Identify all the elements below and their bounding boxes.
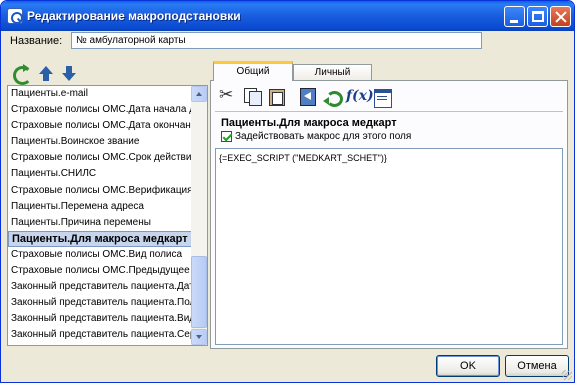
tab-general[interactable]: Общий [213, 61, 293, 81]
list-item[interactable]: Страховые полисы ОМС.Дата начала дейс... [8, 102, 193, 118]
scroll-thumb[interactable] [191, 256, 207, 328]
list-item[interactable]: Страховые полисы ОМС.Дата окончания д... [8, 118, 193, 134]
fields-listbox[interactable]: Пациенты.e-mail Страховые полисы ОМС.Дата… [7, 85, 208, 346]
list-item[interactable]: Страховые полисы ОМС.Вид полиса [8, 247, 193, 263]
insert-icon[interactable] [299, 87, 317, 106]
move-down-icon[interactable] [60, 65, 78, 83]
undo-icon[interactable] [323, 87, 343, 107]
list-item[interactable]: Пациенты.Воинское звание [8, 134, 193, 150]
list-item[interactable]: Законный представитель пациента.Вид до..… [8, 311, 193, 327]
list-item[interactable]: Пациенты.СНИЛС [8, 166, 193, 182]
list-item[interactable]: Пациенты.Перемена адреса [8, 199, 193, 215]
list-item[interactable]: Пациенты.Причина перемены [8, 215, 193, 231]
toolbar-divider [215, 111, 563, 112]
list-item[interactable]: Пациенты.Для макроса медкарт [8, 230, 193, 247]
scroll-up-button[interactable] [191, 86, 207, 102]
close-button[interactable] [550, 6, 571, 27]
list-scrollbar[interactable] [191, 86, 207, 345]
window-title: Редактирование макроподстановки [27, 9, 241, 23]
minimize-button[interactable] [504, 6, 525, 27]
app-search-icon [7, 8, 23, 24]
maximize-icon [532, 11, 544, 22]
use-macro-checkbox[interactable] [221, 131, 232, 142]
resize-grip[interactable] [562, 370, 572, 380]
name-label: Название: [10, 35, 63, 47]
list-item[interactable]: Законный представитель пациента.Серия ..… [8, 327, 193, 343]
list-item[interactable]: Страховые полисы ОМС.Верификация усп... [8, 183, 193, 199]
cut-icon[interactable] [219, 85, 237, 105]
form-icon[interactable] [373, 87, 392, 108]
ok-button[interactable]: OK [436, 355, 500, 377]
paste-icon[interactable] [267, 87, 285, 106]
title-bar[interactable]: Редактирование макроподстановки [1, 1, 574, 31]
minimize-icon [510, 20, 518, 23]
scroll-down-button[interactable] [191, 329, 207, 345]
function-icon[interactable]: f(x) [346, 87, 374, 105]
refresh-icon[interactable] [11, 63, 32, 85]
list-item[interactable]: Законный представитель пациента.Пол [8, 295, 193, 311]
fields-list: Пациенты.e-mail Страховые полисы ОМС.Дата… [8, 86, 193, 346]
cancel-button[interactable]: Отмена [505, 355, 569, 377]
list-item[interactable]: Пациенты.e-mail [8, 86, 193, 102]
list-item[interactable]: Страховые полисы ОМС.Срок действия [8, 150, 193, 166]
copy-icon[interactable] [243, 87, 262, 106]
macro-edit-dialog: Редактирование макроподстановки Название… [0, 0, 575, 383]
list-item[interactable]: Законный представитель пациента.Дата р..… [8, 279, 193, 295]
list-item[interactable]: Законный представитель пациента.Дата в..… [8, 344, 193, 346]
name-input[interactable]: № амбулаторной карты [71, 32, 482, 49]
maximize-button[interactable] [527, 6, 548, 27]
use-macro-label: Задействовать макрос для этого поля [235, 131, 412, 142]
list-item[interactable]: Страховые полисы ОМС.Предыдущее ЛПУ [8, 263, 193, 279]
move-up-icon[interactable] [37, 65, 55, 83]
macro-script-editor[interactable]: {=EXEC_SCRIPT ("MEDKART_SCHET")} [215, 148, 563, 345]
tab-panel-general: f(x) Пациенты.Для макроса медкарт Задейс… [210, 80, 568, 349]
macro-title: Пациенты.Для макроса медкарт [221, 117, 397, 129]
